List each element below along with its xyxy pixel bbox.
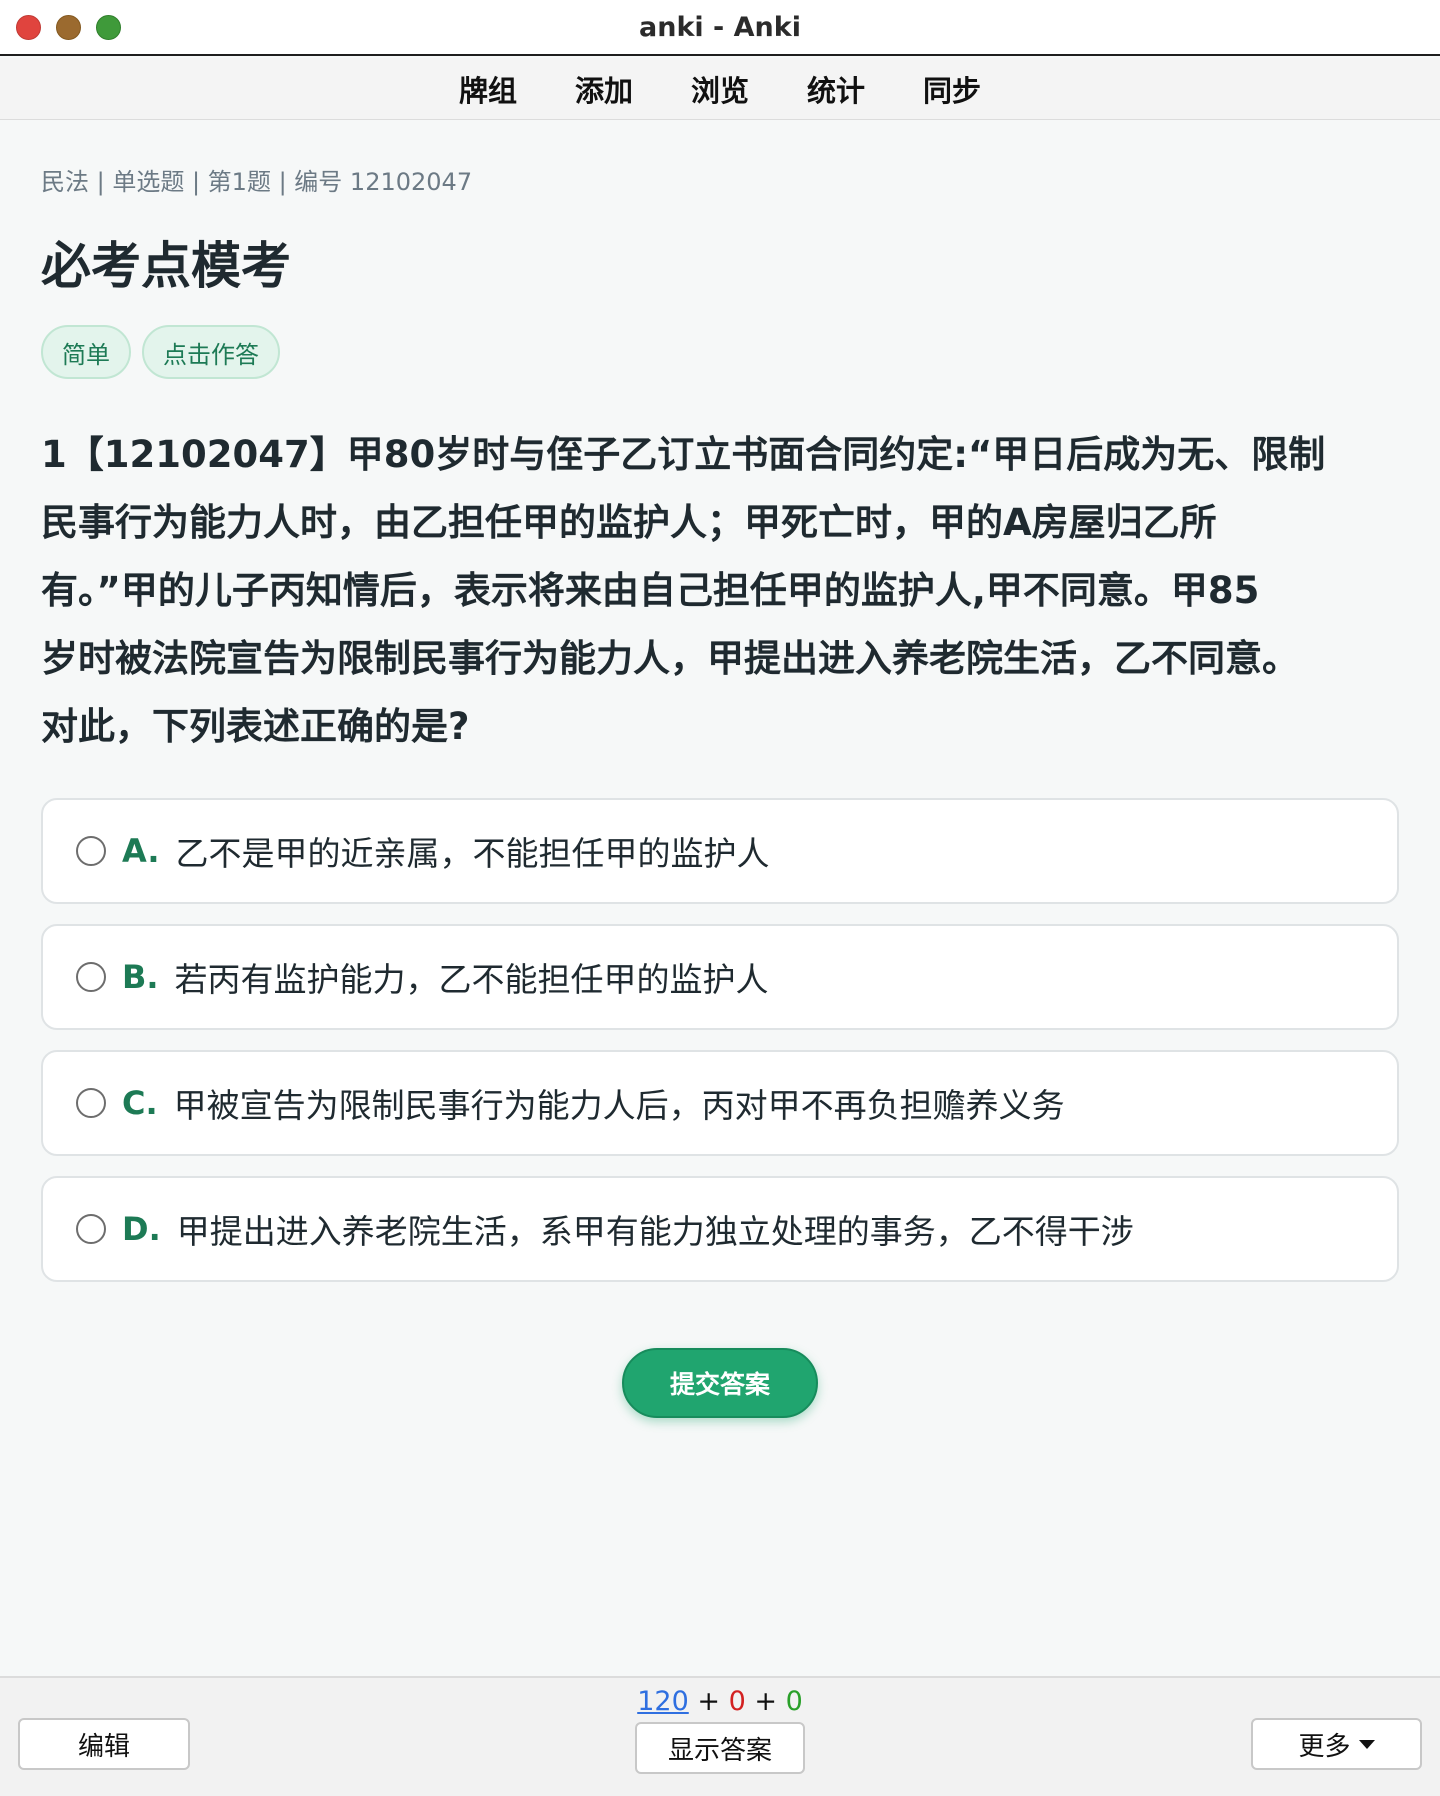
toolbar-browse[interactable]: 浏览 <box>691 68 749 110</box>
option-text: 甲提出进入养老院生活，系甲有能力独立处理的事务，乙不得干涉 <box>176 1212 1134 1251</box>
more-label: 更多 <box>1298 1731 1351 1762</box>
show-answer-button[interactable]: 显示答案 <box>635 1722 805 1774</box>
option-text: 乙不是甲的近亲属，不能担任甲的监护人 <box>175 834 770 873</box>
radio-button[interactable] <box>76 962 106 992</box>
toolbar-add[interactable]: 添加 <box>575 68 633 110</box>
tag-click-to-answer: 点击作答 <box>142 325 280 379</box>
question-line: 岁时被法院宣告为限制民事行为能力人，甲提出进入养老院生活，乙不同意。 <box>41 637 1299 680</box>
option-key: B. <box>122 958 159 996</box>
count-separator: + <box>754 1686 777 1717</box>
radio-button[interactable] <box>76 1214 106 1244</box>
option-d[interactable]: D. 甲提出进入养老院生活，系甲有能力独立处理的事务，乙不得干涉 <box>41 1176 1399 1282</box>
option-a[interactable]: A. 乙不是甲的近亲属，不能担任甲的监护人 <box>41 798 1399 904</box>
edit-button[interactable]: 编辑 <box>18 1718 190 1770</box>
question-line: 民事行为能力人时，由乙担任甲的监护人；甲死亡时，甲的A房屋归乙所 <box>41 501 1217 544</box>
title-bar: anki - Anki <box>0 0 1440 56</box>
question-text: 1【12102047】甲80岁时与侄子乙订立书面合同约定:“甲日后成为无、限制 … <box>41 421 1401 761</box>
learn-count: 0 <box>728 1686 746 1717</box>
option-key: C. <box>122 1084 158 1122</box>
due-counts: 120 + 0 + 0 <box>0 1686 1440 1717</box>
review-count: 0 <box>785 1686 803 1717</box>
anki-window: anki - Anki 牌组 添加 浏览 统计 同步 民法 | 单选题 | 第1… <box>0 0 1440 1796</box>
bottom-bar: 120 + 0 + 0 编辑 显示答案 更多 <box>0 1676 1440 1796</box>
new-count[interactable]: 120 <box>637 1686 689 1717</box>
main-toolbar: 牌组 添加 浏览 统计 同步 <box>0 58 1440 120</box>
option-c[interactable]: C. 甲被宣告为限制民事行为能力人后，丙对甲不再负担赡养义务 <box>41 1050 1399 1156</box>
radio-button[interactable] <box>76 1088 106 1118</box>
toolbar-decks[interactable]: 牌组 <box>459 68 517 110</box>
submit-answer-button[interactable]: 提交答案 <box>622 1348 818 1418</box>
window-title: anki - Anki <box>639 12 801 43</box>
breadcrumb: 民法 | 单选题 | 第1题 | 编号 12102047 <box>41 168 473 196</box>
option-b[interactable]: B. 若丙有监护能力，乙不能担任甲的监护人 <box>41 924 1399 1030</box>
answer-options: A. 乙不是甲的近亲属，不能担任甲的监护人 B. 若丙有监护能力，乙不能担任甲的… <box>41 798 1399 1302</box>
toolbar-sync[interactable]: 同步 <box>923 68 981 110</box>
question-line: 1【12102047】甲80岁时与侄子乙订立书面合同约定:“甲日后成为无、限制 <box>41 433 1326 476</box>
caret-down-icon <box>1358 1739 1375 1749</box>
question-line: 对此，下列表述正确的是? <box>41 705 470 748</box>
option-text: 若丙有监护能力，乙不能担任甲的监护人 <box>174 960 769 999</box>
tag-difficulty: 简单 <box>41 325 131 379</box>
option-key: D. <box>122 1210 161 1248</box>
card-title: 必考点模考 <box>41 237 291 295</box>
question-line: 有。”甲的儿子丙知情后，表示将来由自己担任甲的监护人,甲不同意。甲85 <box>41 569 1260 612</box>
card-content: 民法 | 单选题 | 第1题 | 编号 12102047 必考点模考 简单 点击… <box>0 121 1440 1676</box>
toolbar-stats[interactable]: 统计 <box>807 68 865 110</box>
option-key: A. <box>122 832 160 870</box>
more-button[interactable]: 更多 <box>1251 1718 1422 1770</box>
count-separator: + <box>697 1686 720 1717</box>
radio-button[interactable] <box>76 836 106 866</box>
option-text: 甲被宣告为限制民事行为能力人后，丙对甲不再负担赡养义务 <box>173 1086 1065 1125</box>
tag-list: 简单 点击作答 <box>41 325 280 379</box>
